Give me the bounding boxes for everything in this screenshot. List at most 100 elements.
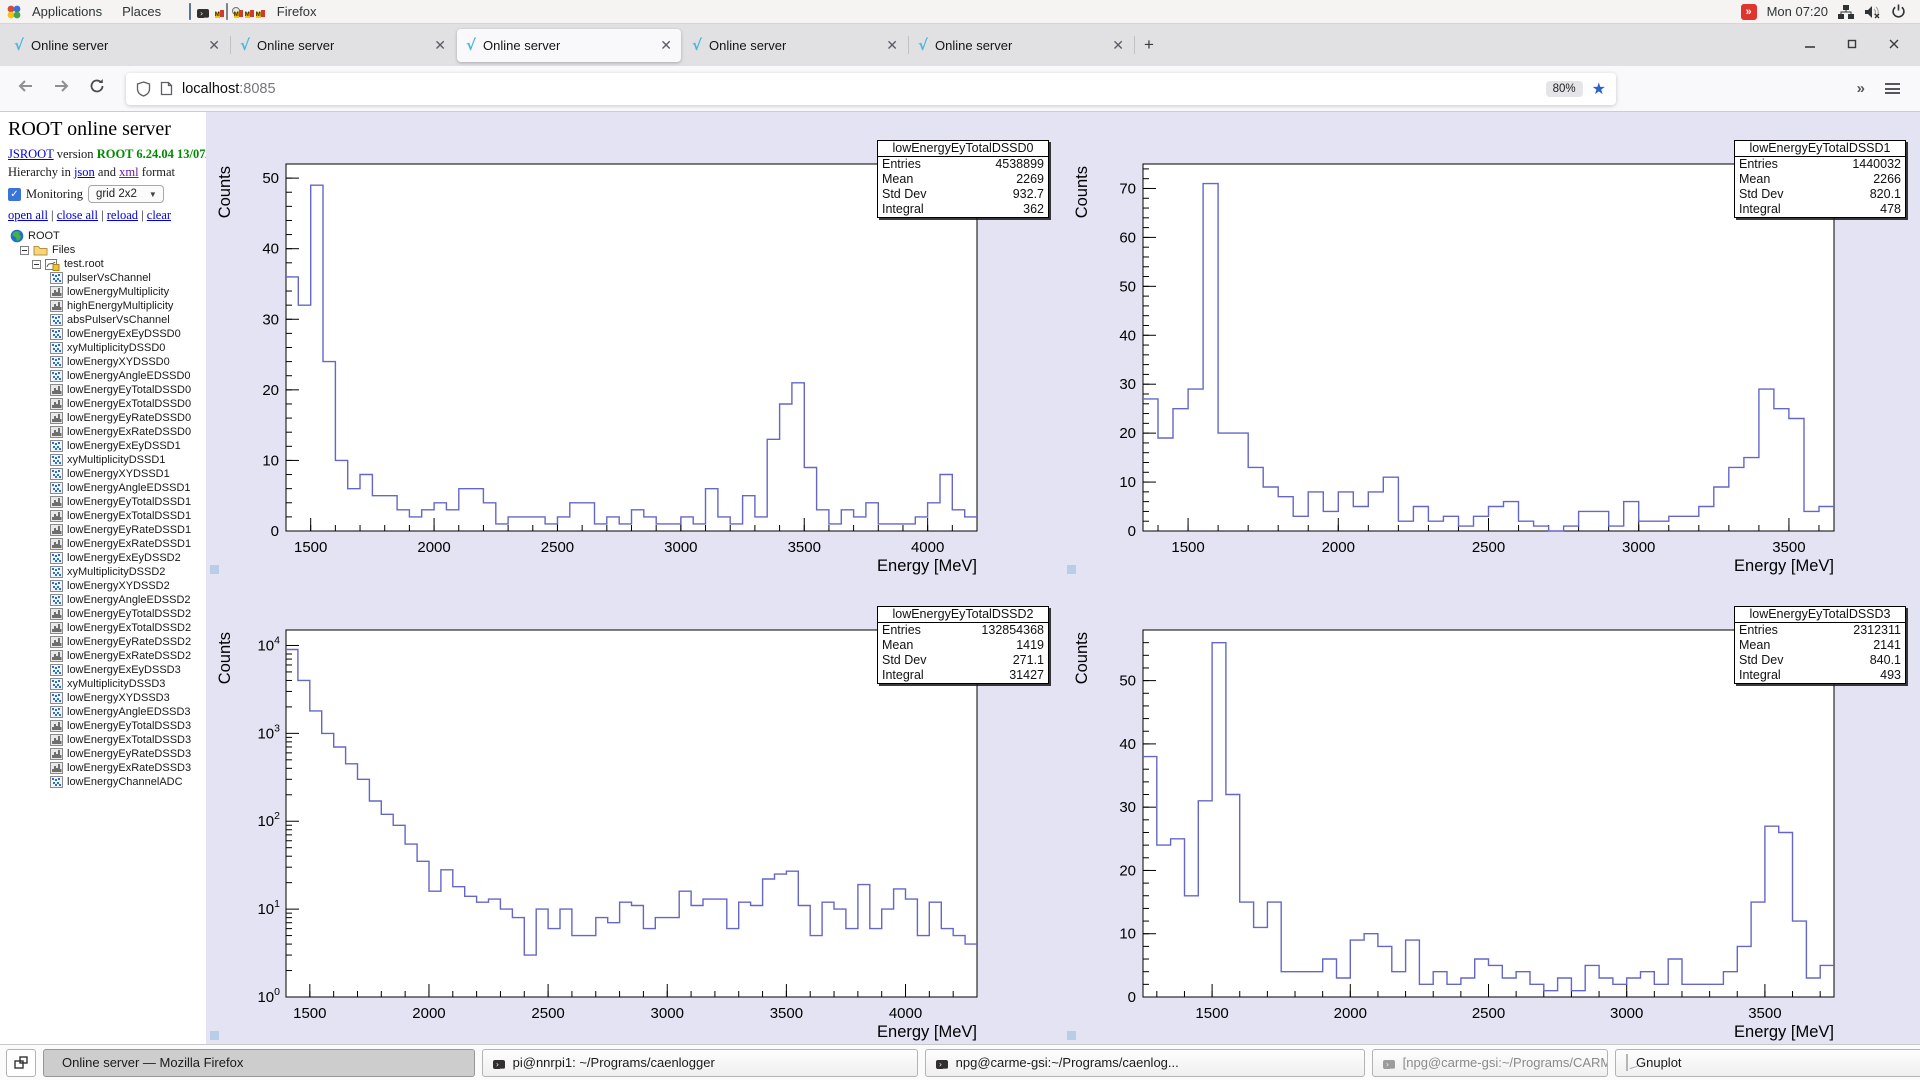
taskbar-button-1[interactable]: Online server — Mozilla Firefox — [43, 1048, 475, 1077]
tree-item-lowEnergyXYDSSD0[interactable]: lowEnergyXYDSSD0 — [8, 355, 206, 369]
xml-link[interactable]: xml — [119, 165, 138, 179]
url-text[interactable]: localhost:8085 — [182, 81, 276, 97]
page-info-icon[interactable] — [160, 81, 173, 96]
window-minimize-button[interactable] — [1804, 38, 1816, 52]
json-link[interactable]: json — [74, 165, 95, 179]
tree-item-lowEnergyEyRateDSSD2[interactable]: lowEnergyEyRateDSSD2 — [8, 635, 206, 649]
power-icon[interactable] — [1891, 4, 1906, 19]
tree-item-lowEnergyXYDSSD1[interactable]: lowEnergyXYDSSD1 — [8, 467, 206, 481]
tree-item-xyMultiplicityDSSD3[interactable]: xyMultiplicityDSSD3 — [8, 677, 206, 691]
plot-panel-lowEnergyEyTotalDSSD1[interactable]: 1500 2000 2500 3000 3500 0 10 20 30 40 50 60 70 Energ… — [1063, 112, 1920, 578]
tree-item-lowEnergyMultiplicity[interactable]: lowEnergyMultiplicity — [8, 285, 206, 299]
pad-resize-handle[interactable] — [210, 565, 219, 574]
notification-tray-icon[interactable]: » — [1740, 3, 1757, 20]
taskbar-button-3[interactable]: ›_ npg@carme-gsi:~/Programs/caenlog... — [925, 1048, 1365, 1077]
terminal-icon[interactable]: ›_ — [197, 4, 209, 20]
tree-item-lowEnergyXYDSSD2[interactable]: lowEnergyXYDSSD2 — [8, 579, 206, 593]
plot-panel-lowEnergyEyTotalDSSD0[interactable]: 1500 2000 2500 3000 3500 4000 0 10 20 30 40 50 Energ… — [206, 112, 1063, 578]
tree-item-lowEnergyEyTotalDSSD0[interactable]: lowEnergyEyTotalDSSD0 — [8, 383, 206, 397]
tree-item-lowEnergyExEyDSSD3[interactable]: lowEnergyExEyDSSD3 — [8, 663, 206, 677]
tree-item-files[interactable]: Files — [8, 243, 206, 257]
tree-item-lowEnergyEyRateDSSD3[interactable]: lowEnergyEyRateDSSD3 — [8, 747, 206, 761]
midas-icon[interactable]: M — [244, 4, 250, 19]
tree-item-lowEnergyEyTotalDSSD2[interactable]: lowEnergyEyTotalDSSD2 — [8, 607, 206, 621]
tree-item-test-root[interactable]: test.root — [8, 257, 206, 271]
tree-item-lowEnergyExTotalDSSD3[interactable]: lowEnergyExTotalDSSD3 — [8, 733, 206, 747]
hamburger-menu-icon[interactable] — [1885, 83, 1900, 94]
plot-panel-lowEnergyEyTotalDSSD2[interactable]: 1500 2000 2500 3000 3500 4000 100 101 102 103 104 E… — [206, 578, 1063, 1044]
reload-button[interactable] — [82, 78, 112, 99]
midas-icon[interactable]: M — [214, 4, 220, 19]
collapse-expander[interactable] — [20, 245, 29, 255]
tab-online-server-4[interactable]: √ Online server ✕ — [683, 29, 909, 62]
tree-item-lowEnergyExTotalDSSD0[interactable]: lowEnergyExTotalDSSD0 — [8, 397, 206, 411]
shield-icon[interactable] — [136, 80, 151, 97]
tree-item-xyMultiplicityDSSD2[interactable]: xyMultiplicityDSSD2 — [8, 565, 206, 579]
midas-icon[interactable]: M — [255, 4, 261, 19]
url-bar[interactable]: localhost:8085 80% ★ — [126, 72, 1616, 105]
tab-close-icon[interactable]: ✕ — [660, 38, 672, 52]
layout-select[interactable]: grid 2x2 ▼ — [87, 185, 164, 203]
tree-item-pulserVsChannel[interactable]: pulserVsChannel — [8, 271, 206, 285]
pad-resize-handle[interactable] — [1067, 1031, 1076, 1040]
clock[interactable]: Mon 07:20 — [1767, 4, 1828, 19]
pad-resize-handle[interactable] — [1067, 565, 1076, 574]
tab-online-server-2[interactable]: √ Online server ✕ — [231, 29, 455, 62]
tree-item-lowEnergyXYDSSD3[interactable]: lowEnergyXYDSSD3 — [8, 691, 206, 705]
taskbar-button-5[interactable]: Gnuplot — [1615, 1048, 1920, 1077]
tab-close-icon[interactable]: ✕ — [434, 38, 446, 52]
tree-item-lowEnergyAngleEDSSD3[interactable]: lowEnergyAngleEDSSD3 — [8, 705, 206, 719]
back-button[interactable] — [10, 78, 40, 99]
tree-item-lowEnergyExTotalDSSD2[interactable]: lowEnergyExTotalDSSD2 — [8, 621, 206, 635]
tree-item-lowEnergyExTotalDSSD1[interactable]: lowEnergyExTotalDSSD1 — [8, 509, 206, 523]
tree-item-lowEnergyEyTotalDSSD1[interactable]: lowEnergyEyTotalDSSD1 — [8, 495, 206, 509]
menu-places[interactable]: Places — [112, 0, 171, 23]
action-open-all[interactable]: open all — [8, 208, 48, 222]
tree-item-lowEnergyExEyDSSD1[interactable]: lowEnergyExEyDSSD1 — [8, 439, 206, 453]
tab-online-server-5[interactable]: √ Online server ✕ — [909, 29, 1135, 62]
tab-online-server-1[interactable]: √ Online server ✕ — [5, 29, 231, 62]
tree-item-xyMultiplicityDSSD1[interactable]: xyMultiplicityDSSD1 — [8, 453, 206, 467]
overflow-chevrons-icon[interactable]: » — [1857, 80, 1865, 97]
tab-close-icon[interactable]: ✕ — [886, 38, 898, 52]
tree-item-absPulserVsChannel[interactable]: absPulserVsChannel — [8, 313, 206, 327]
tree-item-lowEnergyExRateDSSD2[interactable]: lowEnergyExRateDSSD2 — [8, 649, 206, 663]
tree-item-lowEnergyExEyDSSD2[interactable]: lowEnergyExEyDSSD2 — [8, 551, 206, 565]
tab-close-icon[interactable]: ✕ — [1112, 38, 1124, 52]
tree-item-lowEnergyExRateDSSD1[interactable]: lowEnergyExRateDSSD1 — [8, 537, 206, 551]
menu-applications[interactable]: Applications — [22, 0, 112, 23]
window-maximize-button[interactable] — [1846, 38, 1858, 52]
tab-close-icon[interactable]: ✕ — [208, 38, 220, 52]
tree-item-root[interactable]: ROOT — [8, 229, 206, 243]
pad-resize-handle[interactable] — [210, 1031, 219, 1040]
screenshot-tool-icon[interactable] — [225, 3, 228, 20]
action-clear[interactable]: clear — [147, 208, 171, 222]
tab-online-server-3[interactable]: √ Online server ✕ — [457, 28, 681, 62]
tree-item-lowEnergyEyRateDSSD0[interactable]: lowEnergyEyRateDSSD0 — [8, 411, 206, 425]
window-list-icon[interactable] — [6, 1048, 36, 1077]
tree-item-lowEnergyExRateDSSD0[interactable]: lowEnergyExRateDSSD0 — [8, 425, 206, 439]
plot-panel-lowEnergyEyTotalDSSD3[interactable]: 1500 2000 2500 3000 3500 0 10 20 30 40 50 Energy [M… — [1063, 578, 1920, 1044]
tree-item-lowEnergyExEyDSSD0[interactable]: lowEnergyExEyDSSD0 — [8, 327, 206, 341]
volume-muted-icon[interactable] — [1864, 5, 1881, 19]
page-zoom-indicator[interactable]: 80% — [1545, 80, 1583, 97]
tree-item-lowEnergyExRateDSSD3[interactable]: lowEnergyExRateDSSD3 — [8, 761, 206, 775]
new-tab-button[interactable]: + — [1134, 30, 1164, 60]
file-manager-icon[interactable] — [189, 3, 192, 20]
tree-item-lowEnergyChannelADC[interactable]: lowEnergyChannelADC — [8, 775, 206, 789]
tree-item-lowEnergyEyTotalDSSD3[interactable]: lowEnergyEyTotalDSSD3 — [8, 719, 206, 733]
window-close-button[interactable] — [1888, 38, 1900, 52]
jsroot-link[interactable]: JSROOT — [8, 147, 54, 161]
collapse-expander[interactable] — [32, 259, 41, 269]
bookmark-star-icon[interactable]: ★ — [1592, 79, 1606, 99]
monitoring-checkbox[interactable]: ✓ — [8, 187, 21, 201]
tree-item-highEnergyMultiplicity[interactable]: highEnergyMultiplicity — [8, 299, 206, 313]
tree-item-lowEnergyEyRateDSSD1[interactable]: lowEnergyEyRateDSSD1 — [8, 523, 206, 537]
tree-item-lowEnergyAngleEDSSD0[interactable]: lowEnergyAngleEDSSD0 — [8, 369, 206, 383]
taskbar-button-4[interactable]: ›_ [npg@carme-gsi:~/Programs/CARME... — [1372, 1048, 1608, 1077]
forward-button[interactable] — [46, 78, 76, 99]
action-reload[interactable]: reload — [107, 208, 138, 222]
tree-item-lowEnergyAngleEDSSD1[interactable]: lowEnergyAngleEDSSD1 — [8, 481, 206, 495]
tree-item-lowEnergyAngleEDSSD2[interactable]: lowEnergyAngleEDSSD2 — [8, 593, 206, 607]
taskbar-button-2[interactable]: ›_ pi@nnrpi1: ~/Programs/caenlogger — [482, 1048, 918, 1077]
